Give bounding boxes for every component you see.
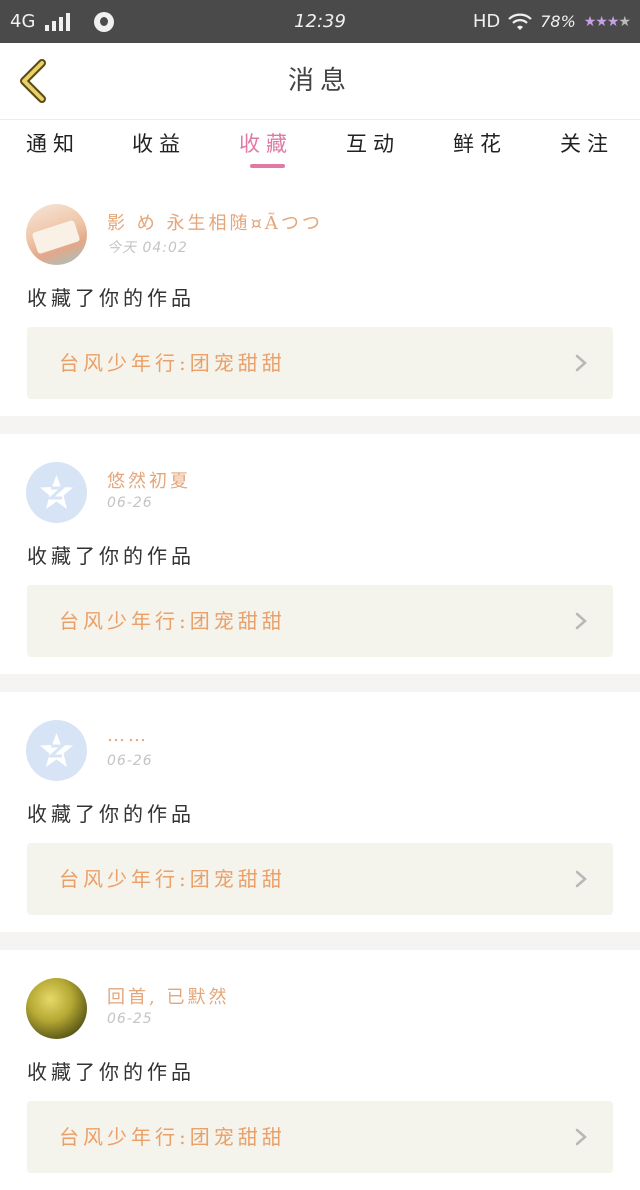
message-text: 收藏了你的作品 bbox=[27, 544, 195, 568]
tab-follow[interactable]: 关注 bbox=[534, 128, 640, 158]
message-time: 06-25 bbox=[107, 1011, 153, 1027]
chevron-right-icon bbox=[575, 354, 587, 372]
work-title: 台风少年行:团宠甜甜 bbox=[59, 609, 286, 633]
message-time: 今天 04:02 bbox=[107, 240, 188, 256]
message-time: 06-26 bbox=[107, 753, 153, 769]
work-link[interactable]: 台风少年行:团宠甜甜 bbox=[27, 585, 613, 657]
avatar[interactable] bbox=[26, 462, 87, 523]
star-rating-icon: ★★★★ bbox=[583, 13, 631, 30]
page-title: 消息 bbox=[287, 66, 352, 96]
avatar[interactable] bbox=[26, 204, 87, 265]
list-item: 悠然初夏 06-26 收藏了你的作品 台风少年行:团宠甜甜 bbox=[0, 434, 640, 674]
active-tab-indicator bbox=[250, 164, 285, 168]
status-right: HD 78% ★★★★ bbox=[472, 0, 631, 43]
default-avatar-icon bbox=[40, 733, 73, 767]
work-title: 台风少年行:团宠甜甜 bbox=[59, 1125, 286, 1149]
default-avatar-icon bbox=[40, 475, 73, 509]
avatar[interactable] bbox=[26, 720, 87, 781]
chevron-right-icon bbox=[575, 870, 587, 888]
battery-level: 78% bbox=[540, 12, 576, 31]
list-item: 影 め 永生相随¤Ãつつ 今天 04:02 收藏了你的作品 台风少年行:团宠甜甜 bbox=[0, 176, 640, 416]
work-link[interactable]: 台风少年行:团宠甜甜 bbox=[27, 327, 613, 399]
user-name[interactable]: …… bbox=[107, 725, 149, 746]
work-link[interactable]: 台风少年行:团宠甜甜 bbox=[27, 843, 613, 915]
message-text: 收藏了你的作品 bbox=[27, 1060, 195, 1084]
user-name[interactable]: 影 め 永生相随¤Ãつつ bbox=[107, 209, 323, 235]
tab-income[interactable]: 收益 bbox=[106, 128, 212, 158]
list-item: …… 06-26 收藏了你的作品 台风少年行:团宠甜甜 bbox=[0, 692, 640, 932]
tab-flowers[interactable]: 鲜花 bbox=[427, 128, 533, 158]
status-bar: 4G 12:39 HD 78% ★★★★ bbox=[0, 0, 640, 43]
tab-bar: 通知 收益 收藏 互动 鲜花 关注 bbox=[0, 120, 640, 176]
chevron-right-icon bbox=[575, 612, 587, 630]
message-text: 收藏了你的作品 bbox=[27, 802, 195, 826]
tab-notify[interactable]: 通知 bbox=[0, 128, 106, 158]
header: 消息 bbox=[0, 43, 640, 120]
tab-favorites[interactable]: 收藏 bbox=[213, 128, 319, 158]
tab-interact[interactable]: 互动 bbox=[320, 128, 426, 158]
message-text: 收藏了你的作品 bbox=[27, 286, 195, 310]
avatar[interactable] bbox=[26, 978, 87, 1039]
list-item: 回首, 已默然 06-25 收藏了你的作品 台风少年行:团宠甜甜 bbox=[0, 950, 640, 1190]
work-title: 台风少年行:团宠甜甜 bbox=[59, 867, 286, 891]
user-name[interactable]: 悠然初夏 bbox=[107, 467, 191, 493]
work-title: 台风少年行:团宠甜甜 bbox=[59, 351, 286, 375]
user-name[interactable]: 回首, 已默然 bbox=[107, 983, 229, 1009]
chevron-right-icon bbox=[575, 1128, 587, 1146]
work-link[interactable]: 台风少年行:团宠甜甜 bbox=[27, 1101, 613, 1173]
message-time: 06-26 bbox=[107, 495, 153, 511]
wifi-icon bbox=[508, 13, 532, 30]
hd-indicator: HD bbox=[472, 11, 501, 32]
